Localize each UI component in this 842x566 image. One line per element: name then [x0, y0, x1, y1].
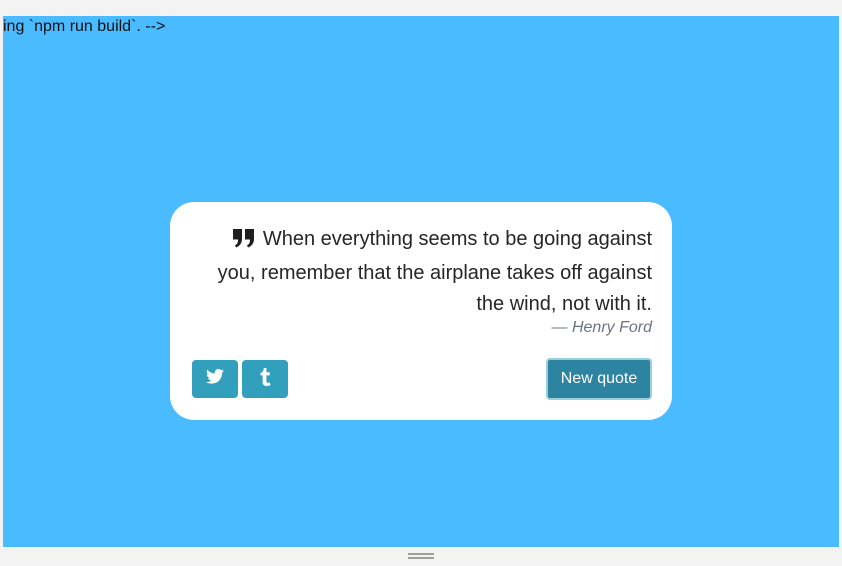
stray-comment-text: ing `npm run build`. -->	[3, 18, 166, 35]
quote-card: When everything seems to be going agains…	[170, 202, 672, 420]
tumblr-share-button[interactable]	[242, 360, 288, 398]
twitter-icon	[206, 369, 224, 389]
quote-author: — Henry Ford	[551, 319, 652, 336]
app-frame: ing `npm run build`. --> When everything…	[3, 16, 839, 547]
new-quote-button[interactable]: New quote	[546, 358, 652, 400]
quote-text-block: When everything seems to be going agains…	[192, 224, 652, 320]
quote-text: When everything seems to be going agains…	[217, 228, 652, 315]
resize-handle[interactable]	[408, 553, 434, 561]
tumblr-icon	[260, 367, 271, 391]
quote-right-icon	[232, 227, 255, 258]
tweet-quote-button[interactable]	[192, 360, 238, 398]
